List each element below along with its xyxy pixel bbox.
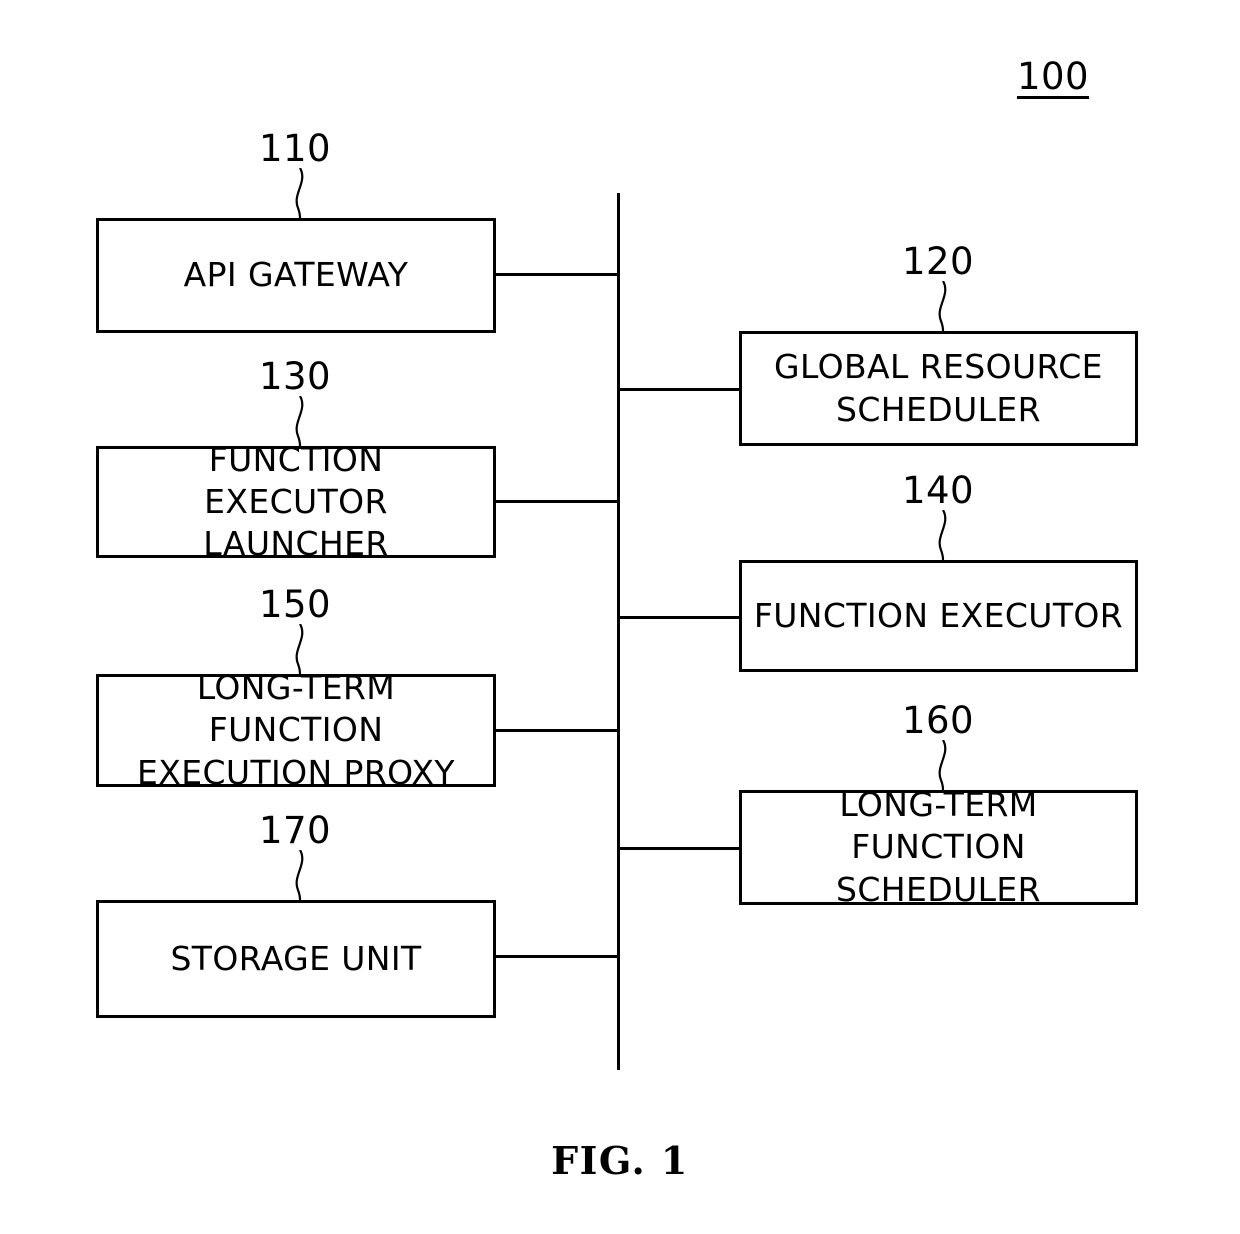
unit-box-function-executor[interactable]: FUNCTION EXECUTOR <box>739 560 1138 672</box>
connector-bus-to-function-executor <box>617 616 742 619</box>
ref-number-140: 140 <box>901 469 975 512</box>
ref-number-160: 160 <box>901 699 975 742</box>
unit-label-function-executor-launcher: FUNCTION EXECUTOR LAUNCHER <box>203 439 389 564</box>
ref-number-170: 170 <box>258 809 332 852</box>
system-reference-number: 100 <box>1016 55 1090 98</box>
unit-box-long-term-function-scheduler[interactable]: LONG-TERM FUNCTION SCHEDULER <box>739 785 1138 909</box>
unit-label-api-gateway: API GATEWAY <box>183 255 409 295</box>
patent-figure-1: 100 110 API GATEWAY 130 FUNCTION EXECUTO… <box>0 0 1240 1234</box>
connector-bus-to-long-term-function-scheduler <box>617 847 742 850</box>
ref-number-130: 130 <box>258 355 332 398</box>
connector-long-term-function-execution-proxy-to-bus <box>496 729 619 732</box>
unit-box-function-executor-launcher[interactable]: FUNCTION EXECUTOR LAUNCHER <box>96 440 496 563</box>
unit-box-storage-unit[interactable]: STORAGE UNIT <box>96 900 496 1018</box>
unit-box-global-resource-scheduler[interactable]: GLOBAL RESOURCE SCHEDULER <box>739 331 1138 446</box>
unit-label-long-term-function-execution-proxy: LONG-TERM FUNCTION EXECUTION PROXY <box>136 668 455 792</box>
ref-number-120: 120 <box>901 240 975 283</box>
unit-label-global-resource-scheduler: GLOBAL RESOURCE SCHEDULER <box>774 347 1103 429</box>
unit-label-function-executor: FUNCTION EXECUTOR <box>753 595 1124 635</box>
connector-bus-to-global-resource-scheduler <box>617 388 742 391</box>
ref-number-150: 150 <box>258 583 332 626</box>
connector-function-executor-launcher-to-bus <box>496 500 619 503</box>
unit-label-long-term-function-scheduler: LONG-TERM FUNCTION SCHEDULER <box>836 785 1041 909</box>
connector-api-gateway-to-bus <box>496 273 619 276</box>
unit-label-storage-unit: STORAGE UNIT <box>170 938 422 978</box>
ref-number-110: 110 <box>258 127 332 170</box>
unit-box-api-gateway[interactable]: API GATEWAY <box>96 218 496 333</box>
unit-box-long-term-function-execution-proxy[interactable]: LONG-TERM FUNCTION EXECUTION PROXY <box>96 668 496 792</box>
figure-caption: FIG. 1 <box>551 1138 689 1183</box>
connector-storage-unit-to-bus <box>496 955 619 958</box>
system-bus-line <box>617 193 620 1070</box>
